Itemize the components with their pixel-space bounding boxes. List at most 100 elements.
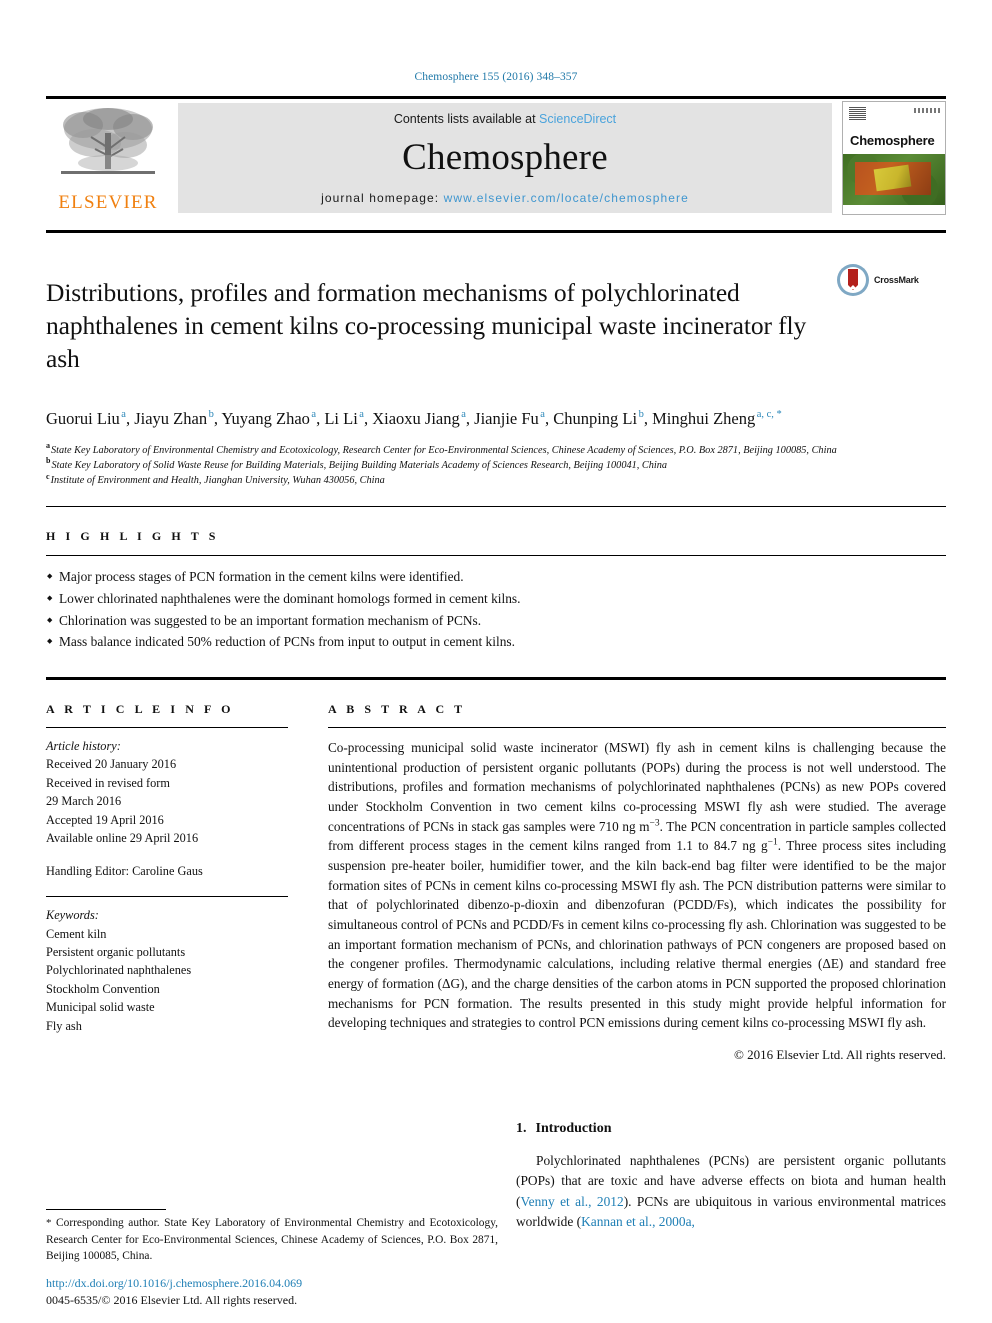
doi-link[interactable]: http://dx.doi.org/10.1016/j.chemosphere.… [46, 1275, 302, 1292]
abstract-superscript-1: −3 [649, 818, 660, 829]
elsevier-logo: ELSEVIER [46, 99, 170, 217]
author-affil-mark: b [208, 409, 214, 421]
author-name: Li Li [324, 408, 358, 428]
author-name: Guorui Liu [46, 408, 120, 428]
list-item: Major process stages of PCN formation in… [46, 566, 946, 588]
crossmark-label: CrossMark [874, 275, 919, 285]
keyword-item: Fly ash [46, 1018, 82, 1033]
leaf-graphic [855, 161, 931, 195]
affiliation-text: State Key Laboratory of Solid Waste Reus… [51, 459, 668, 471]
highlights-heading: H I G H L I G H T S [46, 529, 219, 544]
abstract-heading: A B S T R A C T [328, 702, 466, 717]
cover-top-panel: Chemosphere [843, 102, 945, 154]
history-line: Received 20 January 2016 [46, 757, 177, 772]
elsevier-wordmark: ELSEVIER [58, 192, 158, 213]
sciencedirect-link[interactable]: ScienceDirect [539, 112, 616, 126]
journal-homepage-line: journal homepage: www.elsevier.com/locat… [321, 191, 689, 205]
affiliation-item: cInstitute of Environment and Health, Ji… [46, 472, 946, 488]
page-title: Distributions, profiles and formation me… [46, 278, 807, 374]
journal-title: Chemosphere [402, 136, 608, 178]
author-name: Yuyang Zhao [221, 408, 310, 428]
author-item: Chunping Li b, [553, 409, 652, 428]
footnote-text: * Corresponding author. State Key Labora… [46, 1215, 498, 1265]
keyword-item: Municipal solid waste [46, 1000, 155, 1015]
author-name: Jianjie Fu [474, 408, 539, 428]
elsevier-tree-icon [61, 108, 155, 174]
section-heading-introduction: 1. Introduction [516, 1121, 946, 1137]
affiliation-item: aState Key Laboratory of Environmental C… [46, 442, 946, 458]
masthead-bottom-rule [46, 230, 946, 233]
article-info-heading: A R T I C L E I N F O [46, 702, 235, 717]
abstract-divider [328, 727, 946, 729]
keyword-item: Stockholm Convention [46, 981, 160, 996]
author-item: Minghui Zheng a, c, * [652, 409, 782, 428]
contents-available-line: Contents lists available at ScienceDirec… [394, 112, 616, 126]
running-head: Chemosphere 155 (2016) 348–357 [414, 71, 578, 83]
footnote-rule [46, 1209, 166, 1210]
affiliation-text: Institute of Environment and Health, Jia… [50, 474, 385, 486]
abstract-part-3: . Three process sites including suspensi… [328, 838, 946, 1031]
handling-editor: Handling Editor: Caroline Gaus [46, 863, 203, 878]
author-sep: , [544, 408, 554, 428]
citation-link[interactable]: Kannan et al., 2000a, [581, 1214, 695, 1229]
history-line: Accepted 19 April 2016 [46, 812, 164, 827]
section-number: 1. [516, 1121, 527, 1137]
journal-article-page: Chemosphere 155 (2016) 348–357 ELSEVIER [0, 0, 992, 1323]
abstract-copyright: © 2016 Elsevier Ltd. All rights reserved… [733, 1047, 946, 1063]
keywords-divider [46, 896, 288, 898]
author-item: Li Li a, [324, 409, 372, 428]
article-history-block: Article history: Received 20 January 201… [46, 737, 288, 880]
author-name: Chunping Li [553, 408, 638, 428]
barcode-icon [849, 107, 866, 121]
crossmark-icon [837, 264, 869, 296]
author-item: Xiaoxu Jiang a, [372, 409, 474, 428]
author-list: Guorui Liu a, Jiayu Zhan b, Yuyang Zhao a, … [46, 407, 946, 431]
journal-homepage-link[interactable]: www.elsevier.com/locate/chemosphere [444, 191, 689, 205]
author-item: Jiayu Zhan b, [134, 409, 221, 428]
keyword-item: Persistent organic pollutants [46, 944, 186, 959]
list-item: Lower chlorinated naphthalenes were the … [46, 588, 946, 610]
doi-block: http://dx.doi.org/10.1016/j.chemosphere.… [46, 1275, 302, 1309]
article-info-divider [46, 727, 288, 729]
affiliation-text: State Key Laboratory of Environmental Ch… [51, 444, 837, 456]
affiliation-item: bState Key Laboratory of Solid Waste Reu… [46, 457, 946, 473]
author-item: Jianjie Fu a, [474, 409, 553, 428]
contents-prefix: Contents lists available at [393, 111, 540, 126]
keyword-item: Polychlorinated naphthalenes [46, 963, 192, 978]
issn-copyright-line: 0045-6535/© 2016 Elsevier Ltd. All right… [46, 1292, 298, 1307]
author-sep: , [465, 408, 475, 428]
highlights-top-rule [46, 506, 946, 508]
citation-link[interactable]: Venny et al., 2012 [520, 1194, 623, 1209]
keywords-block: Keywords: Cement kiln Persistent organic… [46, 906, 288, 1035]
abstract-text: Co-processing municipal solid waste inci… [328, 738, 946, 1033]
section-title: Introduction [535, 1121, 612, 1137]
keyword-item: Cement kiln [46, 926, 107, 941]
highlights-divider [46, 555, 946, 557]
info-abstract-columns: A R T I C L E I N F O Article history: R… [46, 702, 946, 1063]
history-line: 29 March 2016 [46, 794, 122, 809]
affiliation-list: aState Key Laboratory of Environmental C… [46, 442, 946, 489]
keywords-title: Keywords: [46, 908, 99, 923]
abstract-band-rule [46, 677, 946, 681]
article-history-title: Article history: [46, 739, 121, 754]
homepage-prefix: journal homepage: [321, 190, 444, 205]
author-sep: , [643, 408, 653, 428]
author-name: Minghui Zheng [652, 408, 756, 428]
author-affil-mark: a, c, * [756, 409, 782, 421]
author-affil-mark: b [638, 409, 644, 421]
cover-photo [843, 153, 945, 206]
author-item: Guorui Liu a, [46, 409, 134, 428]
author-sep: , [363, 408, 373, 428]
highlights-section: H I G H L I G H T S Major process stages… [46, 529, 946, 653]
cover-journal-title: Chemosphere [850, 132, 935, 148]
author-name: Xiaoxu Jiang [372, 408, 460, 428]
title-block: Distributions, profiles and formation me… [46, 259, 946, 393]
journal-cover-thumbnail: Chemosphere [842, 101, 946, 215]
history-line: Received in revised form [46, 775, 170, 790]
crossmark-badge[interactable]: CrossMark [836, 263, 932, 297]
abstract-superscript-2: −1 [767, 837, 778, 848]
journal-masthead: ELSEVIER Contents lists available at Sci… [46, 99, 946, 217]
issn-barcode-icon [914, 108, 940, 113]
author-item: Yuyang Zhao a, [221, 409, 324, 428]
corresponding-author-footnote: * Corresponding author. State Key Labora… [46, 1209, 498, 1265]
